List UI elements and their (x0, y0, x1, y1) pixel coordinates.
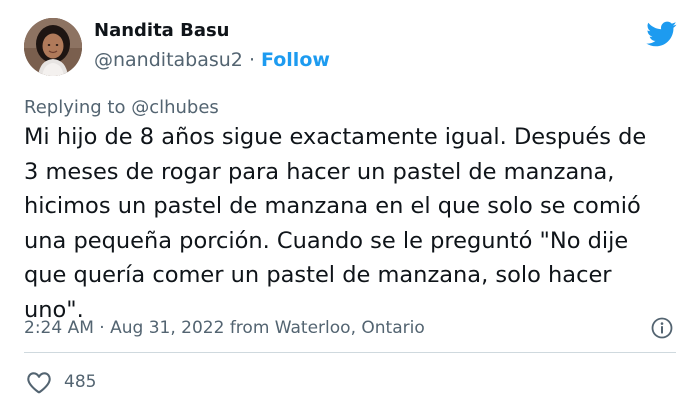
author-name[interactable]: Nandita Basu (94, 20, 230, 41)
avatar-image (24, 18, 82, 76)
handle-row: @nanditabasu2 · Follow (94, 49, 330, 71)
tweet-text-line: 3 meses de rogar para hacer un pastel de… (24, 158, 615, 185)
tweet-time: 2:24 AM (24, 318, 94, 338)
tweet-text: Mi hijo de 8 años sigue exactamente igua… (24, 120, 684, 327)
replying-to-label: Replying to (24, 97, 132, 118)
tweet-timestamp[interactable]: 2:24 AM · Aug 31, 2022 from Waterloo, On… (24, 318, 425, 338)
tweet-text-line: Mi hijo de 8 años sigue exactamente igua… (24, 124, 647, 150)
info-icon[interactable] (650, 316, 674, 340)
author-handle[interactable]: @nanditabasu2 (94, 49, 243, 71)
twitter-bird-icon[interactable] (645, 20, 677, 48)
tweet-location: from Waterloo, Ontario (224, 318, 425, 338)
avatar[interactable] (24, 18, 82, 76)
replying-to: Replying to @clhubes (24, 97, 219, 118)
tweet-text-line: que quería comer un pastel de manzana, s… (24, 262, 612, 288)
tweet-text-line: una pequeña porción. Cuando se le pregun… (24, 227, 629, 254)
like-count: 485 (64, 372, 97, 392)
tweet-date: Aug 31, 2022 (110, 318, 225, 338)
tweet-text-line: hicimos un pastel de manzana en el que s… (24, 193, 641, 219)
heart-icon (27, 372, 51, 394)
tweet-card: Nandita Basu @nanditabasu2 · Follow Repl… (0, 0, 700, 408)
divider (24, 352, 676, 353)
reply-mention-link[interactable]: @clhubes (131, 97, 219, 118)
handle-separator: · (242, 49, 262, 71)
like-button[interactable]: 485 (26, 370, 96, 394)
meta-separator: · (93, 318, 111, 338)
follow-button[interactable]: Follow (261, 49, 330, 71)
